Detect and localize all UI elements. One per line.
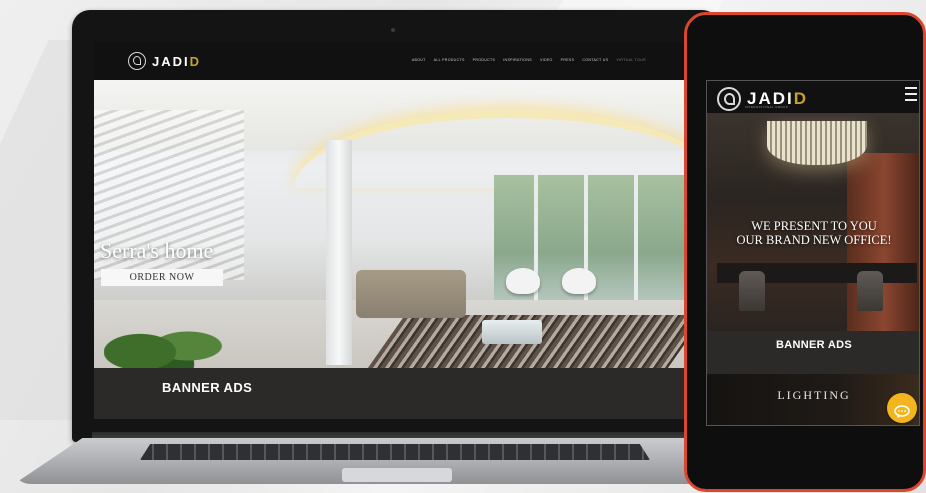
laptop-keyboard	[140, 444, 650, 460]
hero-window-mullion	[634, 175, 638, 305]
hamburger-menu-icon[interactable]	[905, 87, 917, 101]
camera-icon	[391, 28, 395, 32]
mobile-hero-chair	[857, 271, 883, 311]
nav-item-virtual-tour[interactable]: VIRTUAL TOUR	[616, 58, 646, 62]
hero-title: Serra's home	[100, 238, 214, 263]
mobile-hero-text-line2: OUR BRAND NEW OFFICE!	[736, 233, 892, 247]
nav-item-products[interactable]: PRODUCTS	[473, 58, 496, 62]
hero-image: Serra's home ORDER NOW	[94, 80, 684, 368]
site-navbar: JADID ABOUT ALL PRODUCTS PRODUCTS INSPIR…	[94, 42, 684, 80]
laptop-trackpad	[342, 468, 452, 482]
hero-chair	[506, 268, 540, 294]
nav-item-all-products[interactable]: ALL PRODUCTS	[434, 58, 465, 62]
order-now-button[interactable]: ORDER NOW	[101, 269, 223, 286]
phone-screen: JADID INTERNATIONAL GROUP WE PRESENT TO …	[706, 80, 920, 426]
chat-bubble-icon	[894, 404, 910, 418]
hero-chair	[562, 268, 596, 294]
laptop-screen: JADID ABOUT ALL PRODUCTS PRODUCTS INSPIR…	[94, 42, 684, 419]
mobile-hero-text: WE PRESENT TO YOU OUR BRAND NEW OFFICE!	[707, 219, 919, 247]
mobile-banner-ads[interactable]: BANNER ADS	[707, 331, 919, 374]
chat-button[interactable]	[887, 393, 917, 423]
mobile-hero-text-line1: WE PRESENT TO YOU	[751, 219, 877, 233]
nav-item-press[interactable]: PRESS	[561, 58, 575, 62]
logo-wordmark: JADID	[152, 53, 202, 69]
mobile-hero-chair	[739, 271, 765, 311]
nav-item-inspirations[interactable]: INSPIRATIONS	[503, 58, 532, 62]
nav-menu: ABOUT ALL PRODUCTS PRODUCTS INSPIRATIONS…	[412, 58, 646, 62]
banner-ads-strip[interactable]: BANNER ADS	[94, 368, 684, 419]
hero-sofa	[356, 270, 466, 318]
mobile-hero-image: WE PRESENT TO YOU OUR BRAND NEW OFFICE!	[707, 113, 919, 331]
hero-column	[326, 140, 352, 365]
nav-item-contact-us[interactable]: CONTACT US	[582, 58, 608, 62]
nav-item-about[interactable]: ABOUT	[412, 58, 426, 62]
logo-mark-icon	[717, 87, 741, 111]
mobile-header: JADID INTERNATIONAL GROUP	[707, 81, 919, 113]
mobile-hero-chandelier	[767, 121, 867, 165]
hero-coffee-table	[482, 320, 542, 344]
site-logo[interactable]: JADID	[128, 52, 201, 70]
logo-mark-icon	[128, 52, 146, 70]
hero-plants	[104, 310, 224, 368]
banner-ads-label: BANNER ADS	[162, 380, 253, 395]
mobile-banner-ads-label: BANNER ADS	[776, 339, 852, 351]
mobile-logo-tagline: INTERNATIONAL GROUP	[745, 105, 789, 109]
nav-item-video[interactable]: VIDEO	[540, 58, 553, 62]
